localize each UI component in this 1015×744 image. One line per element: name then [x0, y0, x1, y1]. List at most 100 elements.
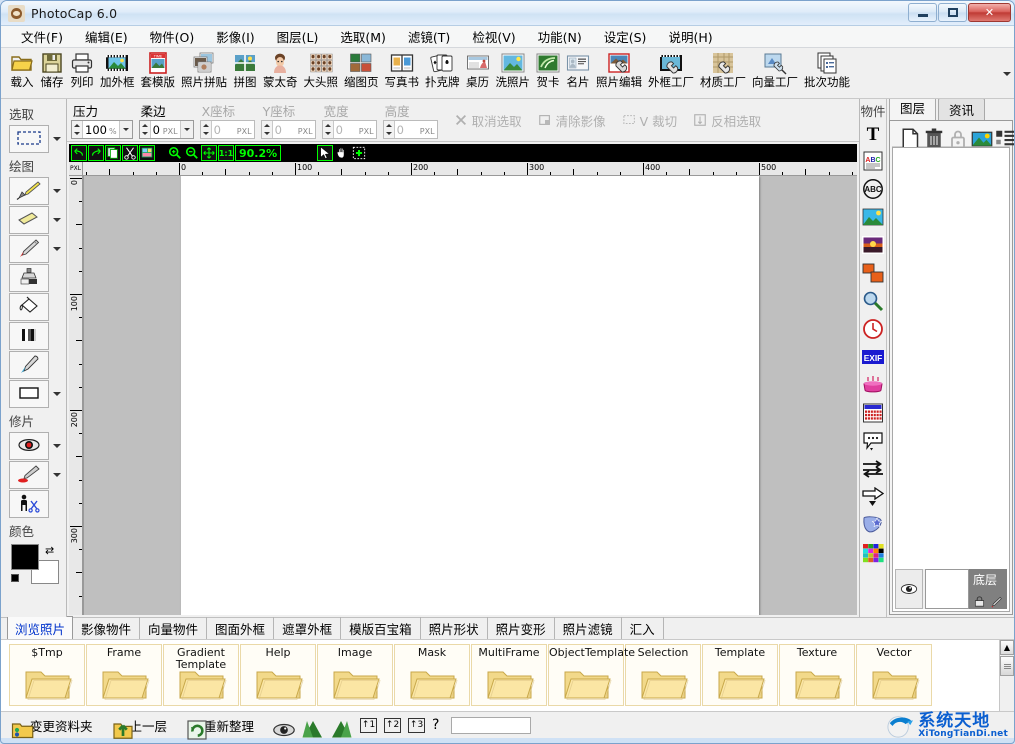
toolbar-button-contact-sheet[interactable]: 缩图页 [341, 50, 382, 89]
spinner-arrows[interactable] [140, 121, 151, 138]
vector-object-tool[interactable] [860, 513, 886, 539]
toolbar-button-print-photo[interactable]: 洗照片 [493, 50, 534, 89]
vertical-ruler[interactable]: 0100200300400 [69, 176, 83, 615]
layer-row[interactable]: 底层 [895, 569, 1007, 609]
option-value[interactable]: 0 [395, 121, 420, 138]
option-value[interactable]: 0 [151, 121, 163, 138]
option-action-cancel-x[interactable]: 取消选取 [454, 111, 522, 130]
line-arrow-tool[interactable] [860, 457, 886, 483]
thumb-size-1-button[interactable]: ↑1 [360, 718, 377, 733]
spinner-arrows[interactable] [262, 121, 273, 138]
folder-item[interactable]: Template [702, 644, 778, 706]
chevron-down-icon[interactable] [53, 137, 61, 141]
option-action-clear-image[interactable]: 清除影像 [538, 111, 606, 130]
thumb-size-2-button[interactable]: ↑2 [384, 718, 401, 733]
folder-item[interactable]: Mask [394, 644, 470, 706]
text-object-tool[interactable]: T [860, 121, 886, 147]
option-spinner[interactable]: 0PXL [139, 120, 194, 139]
menu-item-7[interactable]: 检视(V) [461, 25, 526, 48]
bottom-tab-9[interactable]: 汇入 [622, 617, 664, 640]
clock-object-tool[interactable] [860, 317, 886, 343]
trash-icon[interactable] [922, 127, 938, 143]
sort-descending-icon[interactable] [329, 718, 344, 733]
reset-colors-icon[interactable] [11, 574, 19, 582]
cake-object-tool[interactable] [860, 373, 886, 399]
menu-item-4[interactable]: 图层(L) [266, 25, 330, 48]
bottom-tab-4[interactable]: 遮罩外框 [274, 617, 341, 640]
undo-button[interactable] [71, 145, 87, 161]
folder-item[interactable]: Texture [779, 644, 855, 706]
zoom-in-button[interactable] [167, 145, 183, 161]
foreground-color-swatch[interactable] [11, 544, 39, 570]
menu-item-5[interactable]: 选取(M) [329, 25, 397, 48]
paint-bucket-tool[interactable] [9, 293, 49, 321]
menu-item-3[interactable]: 影像(I) [205, 25, 265, 48]
paste-button[interactable] [139, 145, 155, 161]
actual-size-button[interactable]: 1:1 [218, 145, 234, 161]
magnifier-object-tool[interactable] [860, 289, 886, 315]
chevron-down-icon[interactable] [180, 121, 193, 138]
chevron-down-icon[interactable] [53, 473, 61, 477]
toolbar-button-apply-template[interactable]: TIME套模版 [138, 50, 179, 89]
bottom-tab-6[interactable]: 照片形状 [421, 617, 488, 640]
toolbar-button-open-folder[interactable]: 载入 [7, 50, 37, 89]
bottom-tab-8[interactable]: 照片滤镜 [555, 617, 622, 640]
speech-bubble-tool[interactable] [860, 429, 886, 455]
menu-item-10[interactable]: 说明(H) [657, 25, 723, 48]
menu-item-2[interactable]: 物件(O) [139, 25, 206, 48]
chevron-down-icon[interactable] [53, 392, 61, 396]
spinner-arrows[interactable] [384, 121, 395, 138]
shape-tool[interactable] [9, 380, 49, 408]
option-value[interactable]: 0 [212, 121, 237, 138]
up-one-level-button[interactable]: 上一层 [111, 716, 168, 735]
zoom-out-button[interactable] [184, 145, 200, 161]
layer-tab-1[interactable]: 资讯 [938, 98, 985, 120]
eraser-tool[interactable] [9, 206, 49, 234]
menu-item-6[interactable]: 滤镜(T) [397, 25, 461, 48]
red-eye-tool[interactable] [9, 432, 49, 460]
toolbar-button-vector-factory[interactable]: 向量工厂 [749, 50, 801, 89]
circular-text-tool[interactable]: ABC [860, 177, 886, 203]
layer-properties-icon[interactable] [994, 127, 1010, 143]
lock-icon[interactable] [946, 127, 962, 143]
option-spinner[interactable]: 100% [71, 120, 133, 139]
folder-item[interactable]: Selection [625, 644, 701, 706]
layer-visibility-toggle[interactable] [895, 569, 923, 609]
new-layer-button[interactable] [898, 127, 914, 143]
toolbar-button-id-photo[interactable]: 大头照 [301, 50, 342, 89]
text-block-object-tool[interactable]: ABC [860, 149, 886, 175]
layer-name[interactable]: 底层 [969, 569, 1007, 609]
bottom-tab-2[interactable]: 向量物件 [140, 617, 207, 640]
spinner-arrows[interactable] [72, 121, 83, 138]
folder-item[interactable]: MultiFrame [471, 644, 547, 706]
folder-item[interactable]: ObjectTemplate [548, 644, 624, 706]
folder-item[interactable]: Frame [86, 644, 162, 706]
chevron-down-icon[interactable] [53, 247, 61, 251]
toolbar-button-frame-factory[interactable]: 外框工厂 [645, 50, 697, 89]
chevron-down-icon[interactable] [53, 218, 61, 222]
spinner-arrows[interactable] [201, 121, 212, 138]
thumb-size-3-button[interactable]: ↑3 [408, 718, 425, 733]
image-object-tool[interactable] [860, 205, 886, 231]
toolbar-button-playing-cards[interactable]: 扑克牌 [422, 50, 463, 89]
chevron-down-icon[interactable] [53, 189, 61, 193]
fit-to-screen-button[interactable] [201, 145, 217, 161]
toolbar-button-photo-collage[interactable]: 照片拼贴 [178, 50, 230, 89]
gradient-tool[interactable] [9, 322, 49, 350]
menu-item-8[interactable]: 功能(N) [527, 25, 593, 48]
image-layer-icon[interactable] [970, 127, 986, 143]
swap-colors-icon[interactable]: ⇄ [45, 544, 54, 557]
canvas-viewport[interactable] [83, 176, 857, 615]
slimming-tool[interactable] [9, 490, 49, 518]
sort-ascending-icon[interactable] [301, 718, 316, 733]
layer-list[interactable]: 底层 [892, 147, 1010, 612]
arrow-shape-tool[interactable] [860, 485, 886, 511]
folder-item[interactable]: Vector [856, 644, 932, 706]
toolbar-button-batch-function[interactable]: 批次功能 [801, 50, 853, 89]
photo-object-tool[interactable] [860, 233, 886, 259]
folder-item[interactable]: Image [317, 644, 393, 706]
bottom-tab-1[interactable]: 影像物件 [73, 617, 140, 640]
zoom-level-display[interactable]: 90.2% [235, 145, 281, 161]
paintbrush-tool[interactable] [9, 177, 49, 205]
stamp-tool[interactable] [9, 264, 49, 292]
